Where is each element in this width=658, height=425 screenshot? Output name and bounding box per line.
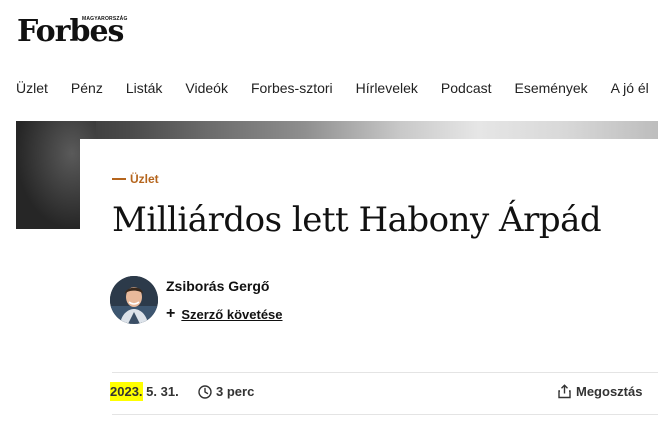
share-button[interactable]: Megosztás <box>557 384 642 399</box>
follow-author-button[interactable]: + Szerző követése <box>166 306 283 322</box>
date-rest: 5. 31. <box>142 384 179 399</box>
nav-item-penz[interactable]: Pénz <box>71 78 103 98</box>
category-label: Üzlet <box>130 172 159 186</box>
category-dash <box>112 178 126 180</box>
nav-item-uzlet[interactable]: Üzlet <box>16 78 48 98</box>
share-label: Megosztás <box>576 384 643 399</box>
nav-item-podcast[interactable]: Podcast <box>441 78 492 98</box>
main-nav: Üzlet Pénz Listák Videók Forbes-sztori H… <box>16 78 658 98</box>
share-icon <box>558 384 571 399</box>
article-category[interactable]: Üzlet <box>112 172 159 186</box>
meta-divider-top <box>112 372 658 373</box>
nav-item-forbes-sztori[interactable]: Forbes-sztori <box>251 78 333 98</box>
nav-item-hirlevelek[interactable]: Hírlevelek <box>356 78 418 98</box>
publish-date: 2023. 5. 31. <box>110 382 179 401</box>
read-time: 3 perc <box>198 384 254 399</box>
nav-item-esemenyek[interactable]: Események <box>515 78 588 98</box>
nav-item-listak[interactable]: Listák <box>126 78 163 98</box>
avatar-portrait <box>110 276 158 324</box>
clock-icon <box>198 384 212 399</box>
read-time-label: 3 perc <box>216 384 255 399</box>
meta-divider-bottom <box>112 414 658 415</box>
nav-item-a-jo-elet[interactable]: A jó él <box>611 78 649 98</box>
follow-label: Szerző követése <box>181 306 283 322</box>
nav-item-videok[interactable]: Videók <box>185 78 228 98</box>
logo-edition: MAGYARORSZÁG <box>82 16 128 22</box>
plus-icon: + <box>166 305 176 322</box>
date-year: 2023. <box>110 382 143 401</box>
article-title: Milliárdos lett Habony Árpád <box>112 200 602 240</box>
author-name[interactable]: Zsiborás Gergő <box>166 278 269 294</box>
author-avatar[interactable] <box>110 276 158 324</box>
